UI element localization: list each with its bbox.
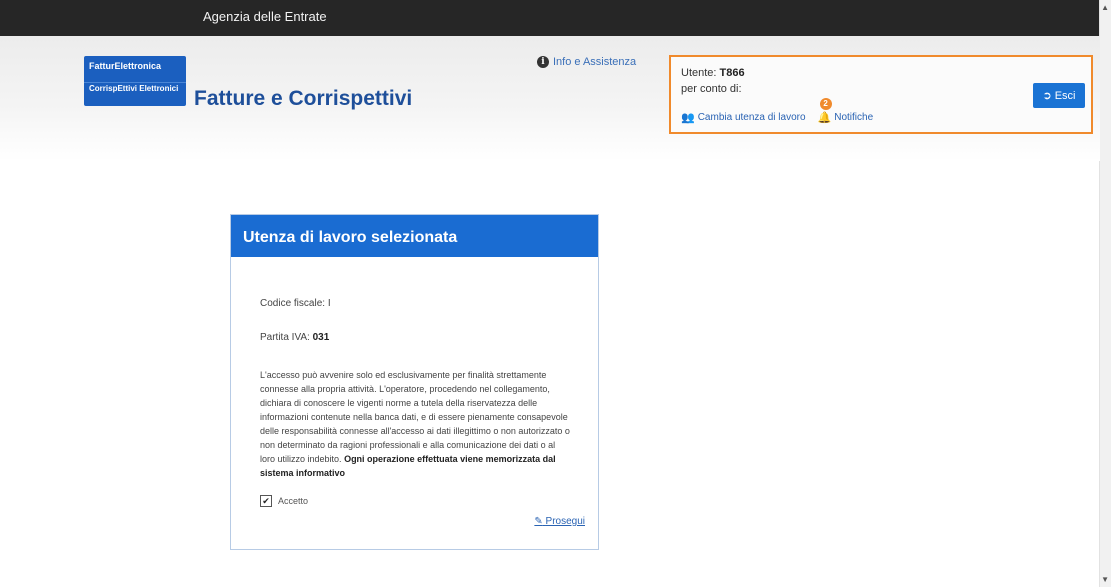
accept-checkbox[interactable]: ✔ — [260, 495, 272, 507]
app-title: Fatture e Corrispettivi — [194, 87, 413, 110]
user-line: Utente: T866 — [681, 67, 745, 79]
users-icon: 👥 — [681, 112, 695, 124]
user-id: T866 — [719, 67, 745, 79]
logout-button[interactable]: ➲ Esci — [1033, 83, 1085, 108]
piva-value: 031 — [312, 332, 330, 343]
accept-label: Accetto — [278, 496, 309, 506]
logo-divider — [84, 82, 186, 83]
fatture-logo[interactable]: FatturElettronica CorrispEttivi Elettron… — [84, 56, 186, 106]
piva-label: Partita IVA: — [260, 332, 310, 343]
agency-title: Agenzia delle Entrate — [203, 9, 327, 24]
notifications-link[interactable]: 2 🔔 Notifiche — [817, 98, 874, 124]
work-user-card: Utenza di lavoro selezionata Codice fisc… — [230, 214, 599, 550]
top-bar: Agenzia delle Entrate — [0, 0, 1100, 36]
card-title: Utenza di lavoro selezionata — [231, 215, 598, 257]
user-prefix: Utente: — [681, 67, 717, 79]
user-links: 👥 Cambia utenza di lavoro 2 🔔 Notifiche — [681, 98, 874, 124]
logout-label: Esci — [1054, 89, 1076, 102]
legal-text: L'accesso può avvenire solo ed esclusiva… — [260, 370, 570, 464]
logo-line1: FatturElettronica — [89, 61, 162, 71]
proceed-label: Prosegui — [545, 516, 585, 527]
on-behalf-label: per conto di: — [681, 83, 742, 95]
info-circle-icon: i — [537, 56, 549, 68]
edit-icon: ✎ — [534, 516, 543, 527]
partita-iva: Partita IVA: 031 — [260, 332, 329, 343]
change-user-link[interactable]: Cambia utenza di lavoro — [698, 112, 806, 123]
notifications-count-badge: 2 — [819, 98, 832, 110]
cf-value: I — [327, 298, 331, 309]
codice-fiscale: Codice fiscale: I — [260, 298, 331, 309]
scroll-down-arrow-icon[interactable]: ▼ — [1101, 575, 1109, 584]
vertical-scrollbar[interactable]: ▲ ▼ — [1099, 0, 1111, 587]
bell-icon: 🔔 — [817, 112, 832, 124]
user-panel: Utente: T866 per conto di: 👥 Cambia uten… — [669, 55, 1093, 134]
logo-line2: CorrispEttivi Elettronici — [89, 84, 179, 93]
accept-checkbox-row[interactable]: ✔ Accetto — [260, 495, 308, 507]
proceed-link[interactable]: ✎ Prosegui — [534, 516, 585, 527]
scroll-up-arrow-icon[interactable]: ▲ — [1101, 3, 1109, 12]
legal-notice: L'accesso può avvenire solo ed esclusiva… — [260, 368, 570, 480]
notifications-label: Notifiche — [834, 112, 874, 123]
info-assistance-label: Info e Assistenza — [553, 56, 637, 68]
sign-out-icon: ➲ — [1042, 90, 1052, 102]
info-assistance-link[interactable]: i Info e Assistenza — [537, 56, 636, 68]
cf-label: Codice fiscale: — [260, 298, 326, 309]
